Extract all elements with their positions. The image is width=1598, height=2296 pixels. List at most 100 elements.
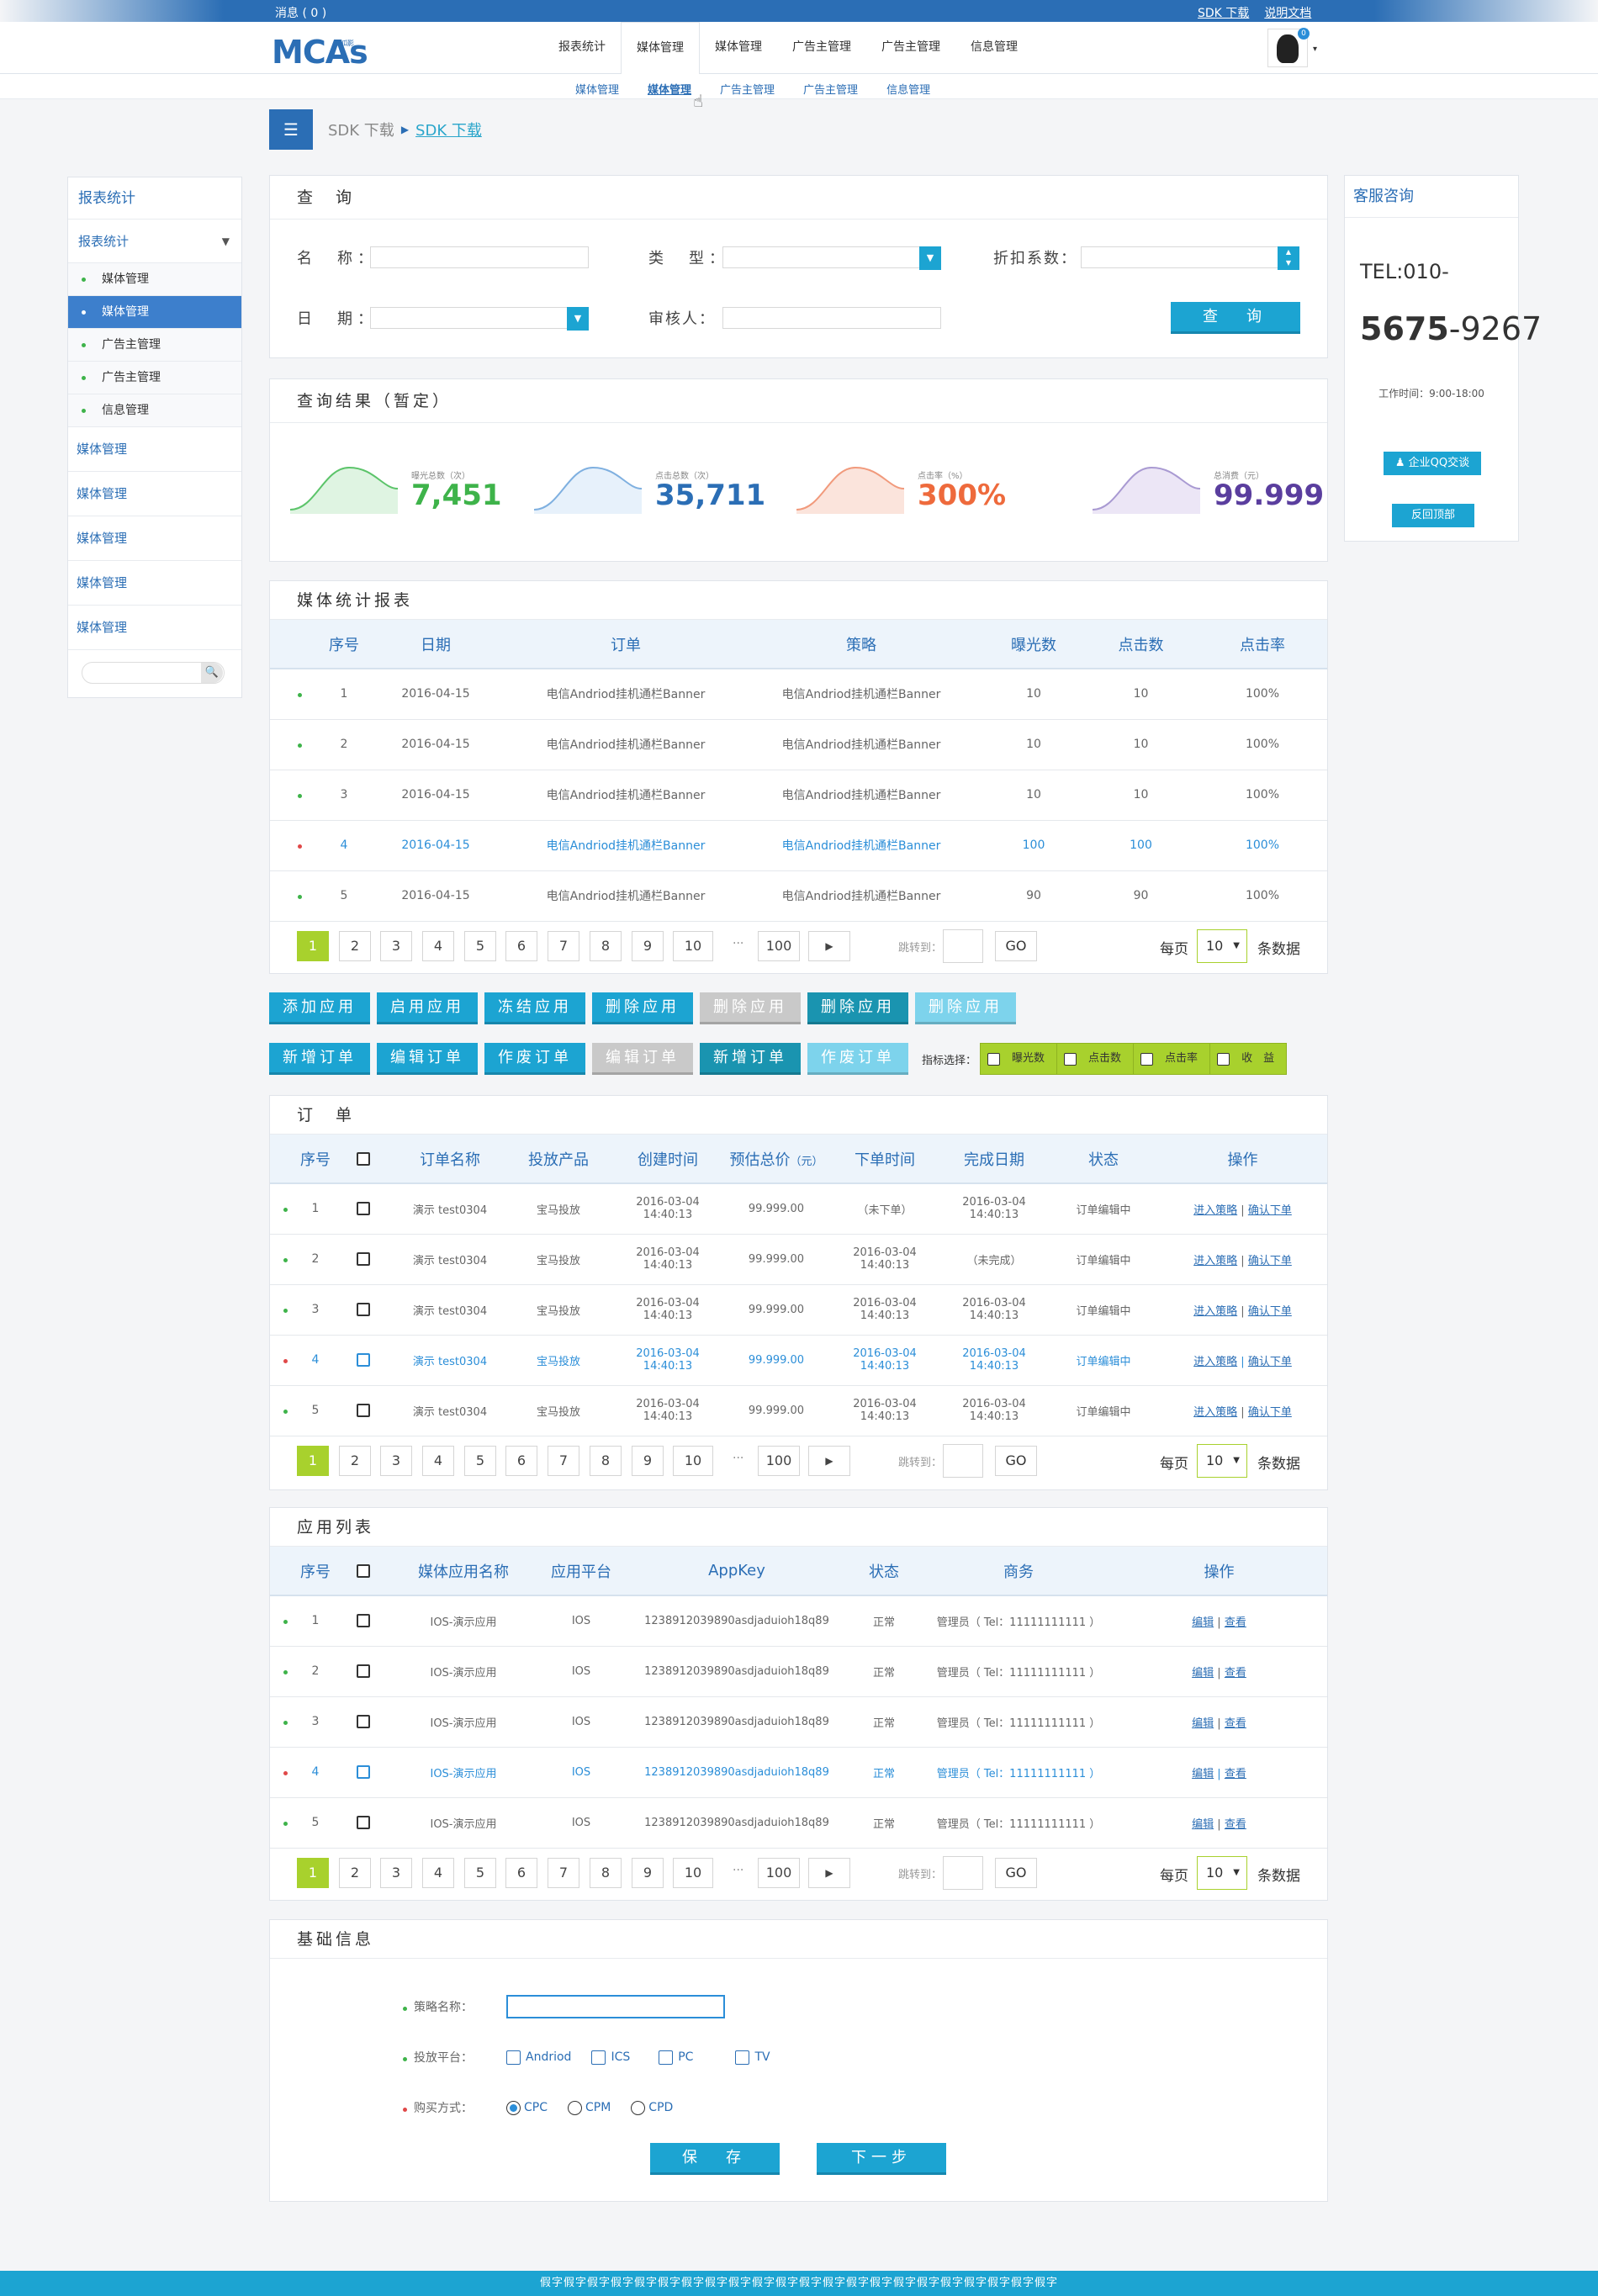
page-button[interactable]: 3 <box>380 1445 412 1476</box>
edit-link[interactable]: 编辑 <box>1192 1667 1214 1680</box>
radio[interactable] <box>631 2100 646 2115</box>
go-button[interactable]: GO <box>995 930 1037 961</box>
go-button[interactable]: GO <box>995 1857 1037 1888</box>
page-button[interactable]: 1 <box>297 1857 329 1888</box>
chevron-down-icon[interactable]: ▼ <box>919 246 941 270</box>
page-button[interactable]: 10 <box>673 930 713 961</box>
confirm-order-link[interactable]: 确认下单 <box>1248 1406 1292 1419</box>
view-link[interactable]: 查看 <box>1225 1667 1246 1680</box>
app-action-button[interactable]: 删除应用 <box>700 992 801 1024</box>
enter-strategy-link[interactable]: 进入策略 <box>1193 1255 1237 1267</box>
metric-option[interactable]: 点击率 <box>1134 1044 1211 1074</box>
sidebar-item[interactable]: 媒体管理 <box>68 606 241 650</box>
platform-option-pc[interactable]: PC <box>659 2050 693 2065</box>
confirm-order-link[interactable]: 确认下单 <box>1248 1356 1292 1368</box>
view-link[interactable]: 查看 <box>1225 1717 1246 1730</box>
row-checkbox[interactable] <box>357 1353 370 1367</box>
sidebar-item[interactable]: 媒体管理 <box>68 427 241 472</box>
buy-option-cpc[interactable]: CPC <box>506 2100 548 2115</box>
nav-item-info[interactable]: 信息管理 <box>955 22 1033 72</box>
checkbox[interactable] <box>987 1052 1001 1066</box>
checkbox[interactable] <box>659 2050 674 2065</box>
platform-option-ics[interactable]: ICS <box>591 2050 630 2065</box>
page-button[interactable]: 10 <box>673 1445 713 1476</box>
discount-stepper[interactable]: ▲ ▼ <box>1081 246 1299 270</box>
subnav-item-media[interactable]: 媒体管理 <box>561 81 633 97</box>
logo[interactable]: MCAs 西瓜影 <box>272 34 368 71</box>
sidebar-section-reports[interactable]: 报表统计 ▼ <box>68 220 241 263</box>
page-button[interactable]: 7 <box>548 1445 579 1476</box>
page-button[interactable]: 1 <box>297 1445 329 1476</box>
sidebar-item[interactable]: 媒体管理 <box>68 516 241 561</box>
confirm-order-link[interactable]: 确认下单 <box>1248 1204 1292 1217</box>
row-checkbox[interactable] <box>357 1765 370 1779</box>
order-action-button[interactable]: 新增订单 <box>700 1043 801 1075</box>
name-input[interactable] <box>370 246 589 268</box>
metric-option[interactable]: 收 益 <box>1210 1044 1286 1074</box>
sidebar-subitem-selected[interactable]: 媒体管理 <box>68 296 241 329</box>
page-button[interactable]: 4 <box>422 1857 454 1888</box>
page-button[interactable]: 6 <box>505 1857 537 1888</box>
checkbox[interactable] <box>591 2050 606 2065</box>
platform-option-tv[interactable]: TV <box>735 2050 770 2065</box>
confirm-order-link[interactable]: 确认下单 <box>1248 1255 1292 1267</box>
edit-link[interactable]: 编辑 <box>1192 1818 1214 1831</box>
next-page-icon[interactable]: ▶ <box>808 1445 850 1476</box>
app-action-button[interactable]: 删除应用 <box>915 992 1016 1024</box>
strategy-name-input[interactable] <box>506 1995 725 2018</box>
page-button[interactable]: 5 <box>464 1857 496 1888</box>
page-button[interactable]: 4 <box>422 930 454 961</box>
sidebar-item[interactable]: 媒体管理 <box>68 472 241 516</box>
row-checkbox[interactable] <box>357 1404 370 1417</box>
qq-chat-button[interactable]: ♟ 企业QQ交谈 <box>1384 452 1481 475</box>
reviewer-input[interactable] <box>722 307 941 329</box>
next-step-button[interactable]: 下一步 <box>817 2143 946 2175</box>
page-button[interactable]: 10 <box>673 1857 713 1888</box>
breadcrumb-current[interactable]: SDK 下载 <box>415 119 482 140</box>
enter-strategy-link[interactable]: 进入策略 <box>1193 1356 1237 1368</box>
checkbox[interactable] <box>1217 1052 1230 1066</box>
date-select[interactable]: ▼ <box>370 307 589 331</box>
checkbox[interactable] <box>506 2050 521 2065</box>
page-button[interactable]: 2 <box>339 1857 371 1888</box>
nav-item-advertiser[interactable]: 广告主管理 <box>777 22 866 72</box>
app-action-button[interactable]: 添加应用 <box>269 992 370 1024</box>
select-all-checkbox[interactable] <box>357 1152 370 1166</box>
enter-strategy-link[interactable]: 进入策略 <box>1193 1406 1237 1419</box>
confirm-order-link[interactable]: 确认下单 <box>1248 1305 1292 1318</box>
next-page-icon[interactable]: ▶ <box>808 1857 850 1888</box>
order-action-button[interactable]: 作废订单 <box>484 1043 585 1075</box>
page-button-last[interactable]: 100 <box>758 1857 800 1888</box>
save-button[interactable]: 保 存 <box>650 2143 780 2175</box>
jump-page-input[interactable] <box>943 1443 983 1478</box>
page-button[interactable]: 8 <box>590 930 622 961</box>
docs-link[interactable]: 说明文档 <box>1264 4 1311 21</box>
page-button[interactable]: 9 <box>632 1445 664 1476</box>
sidebar-item[interactable]: 媒体管理 <box>68 561 241 606</box>
sidebar-subitem[interactable]: 广告主管理 <box>68 329 241 362</box>
enter-strategy-link[interactable]: 进入策略 <box>1193 1305 1237 1318</box>
metric-option[interactable]: 曝光数 <box>981 1044 1058 1074</box>
edit-link[interactable]: 编辑 <box>1192 1616 1214 1629</box>
row-checkbox[interactable] <box>357 1664 370 1678</box>
query-button[interactable]: 查 询 <box>1171 302 1300 334</box>
checkbox[interactable] <box>1140 1052 1154 1066</box>
page-size-select[interactable]: 10 <box>1197 1443 1247 1478</box>
jump-page-input[interactable] <box>943 928 983 963</box>
page-button[interactable]: 7 <box>548 930 579 961</box>
view-link[interactable]: 查看 <box>1225 1768 1246 1780</box>
chevron-down-icon[interactable]: ▾ <box>1313 45 1317 54</box>
sidebar-subitem[interactable]: 广告主管理 <box>68 362 241 394</box>
app-action-button[interactable]: 删除应用 <box>592 992 693 1024</box>
page-button[interactable]: 5 <box>464 930 496 961</box>
row-checkbox[interactable] <box>357 1816 370 1829</box>
page-size-select[interactable]: 10 <box>1197 1855 1247 1890</box>
app-action-button[interactable]: 冻结应用 <box>484 992 585 1024</box>
radio-selected[interactable] <box>506 2100 521 2115</box>
order-action-button[interactable]: 新增订单 <box>269 1043 370 1075</box>
back-to-top-button[interactable]: 反回顶部 <box>1392 504 1474 527</box>
row-checkbox[interactable] <box>357 1303 370 1316</box>
page-button[interactable]: 3 <box>380 930 412 961</box>
page-button[interactable]: 2 <box>339 930 371 961</box>
page-button[interactable]: 8 <box>590 1857 622 1888</box>
